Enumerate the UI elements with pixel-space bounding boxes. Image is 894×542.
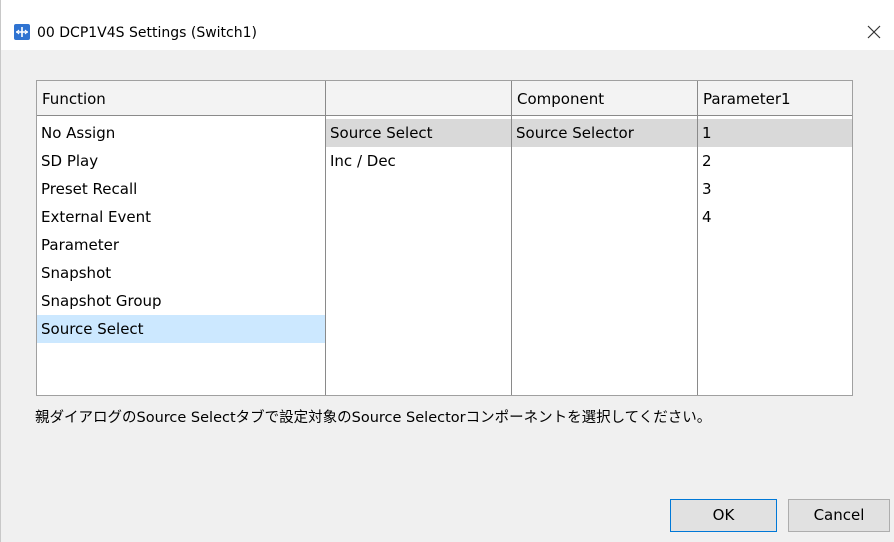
- parameter-item[interactable]: 4: [698, 203, 852, 231]
- sub-function-column-header[interactable]: [326, 81, 511, 116]
- component-list: Source Selector: [512, 116, 697, 147]
- hint-text: 親ダイアログのSource Selectタブで設定対象のSource Selec…: [35, 410, 712, 426]
- function-item[interactable]: No Assign: [37, 119, 325, 147]
- function-item[interactable]: Snapshot Group: [37, 287, 325, 315]
- function-item[interactable]: Preset Recall: [37, 175, 325, 203]
- sub-function-item-selected[interactable]: Source Select: [326, 119, 511, 147]
- function-item[interactable]: SD Play: [37, 147, 325, 175]
- function-column-header[interactable]: Function: [37, 81, 325, 116]
- ok-button[interactable]: OK: [670, 499, 777, 532]
- parameter-list: 1 2 3 4: [698, 116, 852, 231]
- function-item[interactable]: Parameter: [37, 231, 325, 259]
- component-column: Component Source Selector: [512, 81, 698, 395]
- component-item-selected[interactable]: Source Selector: [512, 119, 697, 147]
- parameter-item-selected[interactable]: 1: [698, 119, 852, 147]
- close-button[interactable]: [859, 18, 889, 46]
- close-icon: [867, 25, 881, 39]
- parameter-column: Parameter1 1 2 3 4: [698, 81, 852, 395]
- parameter-item[interactable]: 3: [698, 175, 852, 203]
- app-icon: [14, 24, 30, 40]
- cancel-button[interactable]: Cancel: [788, 499, 890, 532]
- settings-dialog: 00 DCP1V4S Settings (Switch1) Function N…: [0, 0, 894, 542]
- function-item[interactable]: Snapshot: [37, 259, 325, 287]
- function-column: Function No Assign SD Play Preset Recall…: [37, 81, 326, 395]
- title-bar: 00 DCP1V4S Settings (Switch1): [1, 0, 894, 50]
- parameter-item[interactable]: 2: [698, 147, 852, 175]
- function-item-selected[interactable]: Source Select: [37, 315, 325, 343]
- sub-function-item[interactable]: Inc / Dec: [326, 147, 511, 175]
- assignment-table: Function No Assign SD Play Preset Recall…: [36, 80, 853, 396]
- sub-function-list: Source Select Inc / Dec: [326, 116, 511, 175]
- function-list: No Assign SD Play Preset Recall External…: [37, 116, 325, 343]
- parameter-column-header[interactable]: Parameter1: [698, 81, 852, 116]
- component-column-header[interactable]: Component: [512, 81, 697, 116]
- window-title: 00 DCP1V4S Settings (Switch1): [37, 25, 257, 41]
- sub-function-column: Source Select Inc / Dec: [326, 81, 512, 395]
- function-item[interactable]: External Event: [37, 203, 325, 231]
